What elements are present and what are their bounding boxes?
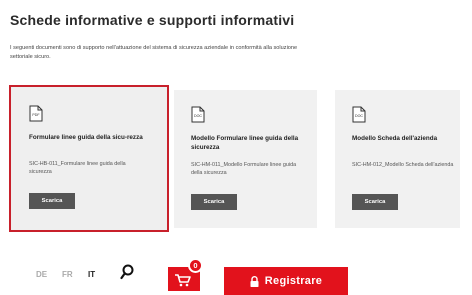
card-code: SIC-HM-011_Modello Formulare linee guida… <box>191 162 297 176</box>
card-code: SIC-HM-012_Modello Scheda dell'azienda <box>352 162 454 168</box>
intro-text: I seguenti documenti sono di supporto ne… <box>10 45 298 60</box>
download-button[interactable]: Scarica <box>352 194 398 210</box>
lock-icon <box>250 275 259 287</box>
document-card-3[interactable]: DOC Modello Scheda dell'azienda SIC-HM-0… <box>335 90 460 228</box>
download-button[interactable]: Scarica <box>191 194 237 210</box>
document-card-1[interactable]: PDF Formulare linee guida della sicu-rez… <box>9 85 169 232</box>
cart-count-badge: 0 <box>188 258 203 273</box>
download-button[interactable]: Scarica <box>29 193 75 209</box>
language-fr[interactable]: FR <box>62 270 73 279</box>
svg-text:DOC: DOC <box>194 114 202 118</box>
cart-button[interactable]: 0 <box>168 258 203 291</box>
document-card-2[interactable]: DOC Modello Formulare linee guida della … <box>174 90 317 228</box>
card-title: Modello Scheda dell'azienda <box>352 135 438 142</box>
svg-text:PDF: PDF <box>32 113 40 117</box>
doc-file-icon: DOC <box>352 106 366 123</box>
language-it[interactable]: IT <box>88 270 95 279</box>
cart-icon <box>175 274 191 287</box>
page-title: Schede informative e supporti informativ… <box>10 12 295 28</box>
card-title: Formulare linee guida della sicu-rezza <box>29 134 143 141</box>
register-label: Registrare <box>264 275 323 287</box>
card-title: Modello Formulare linee guida della sicu… <box>191 135 299 151</box>
search-icon[interactable] <box>120 264 134 280</box>
pdf-file-icon: PDF <box>29 105 43 122</box>
svg-text:DOC: DOC <box>355 114 363 118</box>
card-code: SIC-HB-011_Formulare linee guida della s… <box>29 161 126 175</box>
language-de[interactable]: DE <box>36 270 47 279</box>
register-button[interactable]: Registrare <box>224 267 348 295</box>
doc-file-icon: DOC <box>191 106 205 123</box>
